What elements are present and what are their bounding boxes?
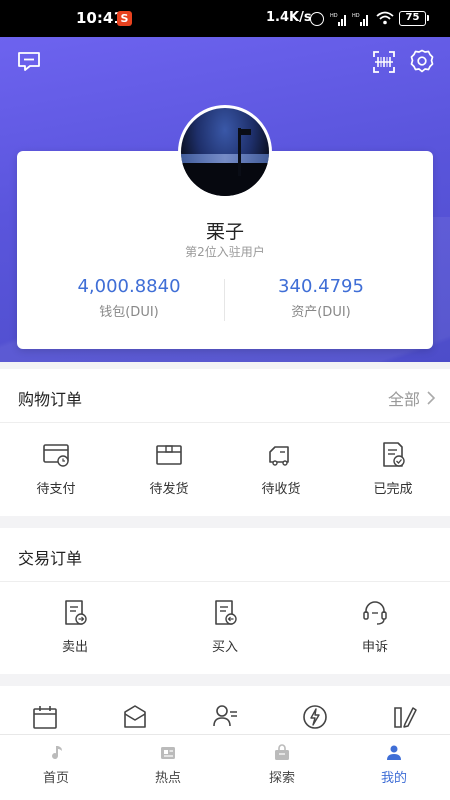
trade-label: 卖出 [61,640,88,655]
user-subtitle: 第2位入驻用户 [185,245,265,259]
section-divider [0,581,450,582]
trade-orders-title: 交易订单 [18,549,83,568]
trade-appeal[interactable]: 申诉 [340,598,410,655]
signal-badge: HD [352,13,360,19]
calendar-icon[interactable] [31,703,59,731]
user-card-icon[interactable] [211,702,239,730]
edit-icon[interactable] [391,702,419,730]
battery-icon: 75 [399,11,429,26]
trade-buy[interactable]: 买入 [190,598,260,655]
card-clock-icon [43,444,69,467]
bag-icon [275,744,289,760]
nav-hot[interactable]: 热点 [112,743,224,786]
shopping-orders-section: 购物订单 全部 待支付 待发货 待收货 已完成 [0,369,450,516]
wallet-label: 钱包(DUI) [99,305,159,320]
order-status-label: 待发货 [149,482,189,497]
nav-mine[interactable]: 我的 [338,743,450,786]
nav-home[interactable]: 首页 [0,743,112,786]
nav-explore[interactable]: 探索 [226,743,338,786]
envelope-icon[interactable] [121,702,149,730]
signal-icon: HD [352,13,368,26]
lightning-icon[interactable] [301,702,329,730]
order-pending-receipt[interactable]: 待收货 [245,440,317,497]
shopping-orders-title: 购物订单 [18,390,83,409]
wallet-stat[interactable]: 4,000.8840 钱包(DUI) [25,276,233,320]
assets-stat[interactable]: 340.4795 资产(DUI) [217,276,425,320]
avatar[interactable] [178,105,272,199]
box-icon [156,445,182,465]
trade-orders-section: 交易订单 卖出 买入 申诉 [0,528,450,674]
chevron-right-icon [427,391,436,405]
nav-label: 探索 [268,771,295,786]
person-icon [387,745,401,760]
signal-badge: HD [330,13,338,19]
order-status-label: 待收货 [261,482,301,497]
wifi-icon [376,11,394,25]
order-completed[interactable]: 已完成 [357,440,429,497]
user-name: 栗子 [205,221,244,243]
app-notification-icon: S [117,11,132,26]
assets-label: 资产(DUI) [291,305,351,320]
document-check-icon [383,442,405,467]
document-out-icon [65,600,87,625]
assets-value: 340.4795 [278,276,364,297]
nav-label: 首页 [42,771,69,786]
music-note-icon [52,746,62,760]
truck-icon [269,446,289,466]
status-bar: 10:41 S 1.4K/s HD HD 75 [0,0,450,37]
document-in-icon [215,600,237,625]
trade-label: 买入 [211,640,238,655]
news-icon [161,747,175,759]
signal-icon: HD [330,13,346,26]
order-pending-shipment[interactable]: 待发货 [133,440,205,497]
section-divider [0,422,450,423]
view-all-label: 全部 [387,390,420,409]
nav-label: 热点 [154,771,181,786]
scan-icon[interactable] [371,49,397,75]
bottom-nav: 首页 热点 探索 我的 [0,734,450,800]
order-status-label: 待支付 [36,482,76,497]
wallet-value: 4,000.8840 [77,276,181,297]
order-pending-payment[interactable]: 待支付 [20,440,92,497]
trade-sell[interactable]: 卖出 [40,598,110,655]
order-status-label: 已完成 [373,482,413,497]
alarm-icon [310,12,324,26]
view-all-orders-link[interactable]: 全部 [388,386,436,410]
network-speed: 1.4K/s [266,10,312,25]
gear-icon[interactable] [409,48,435,74]
nav-label: 我的 [380,771,407,786]
trade-label: 申诉 [361,640,388,655]
headset-icon [363,601,387,625]
message-icon[interactable] [16,49,42,75]
